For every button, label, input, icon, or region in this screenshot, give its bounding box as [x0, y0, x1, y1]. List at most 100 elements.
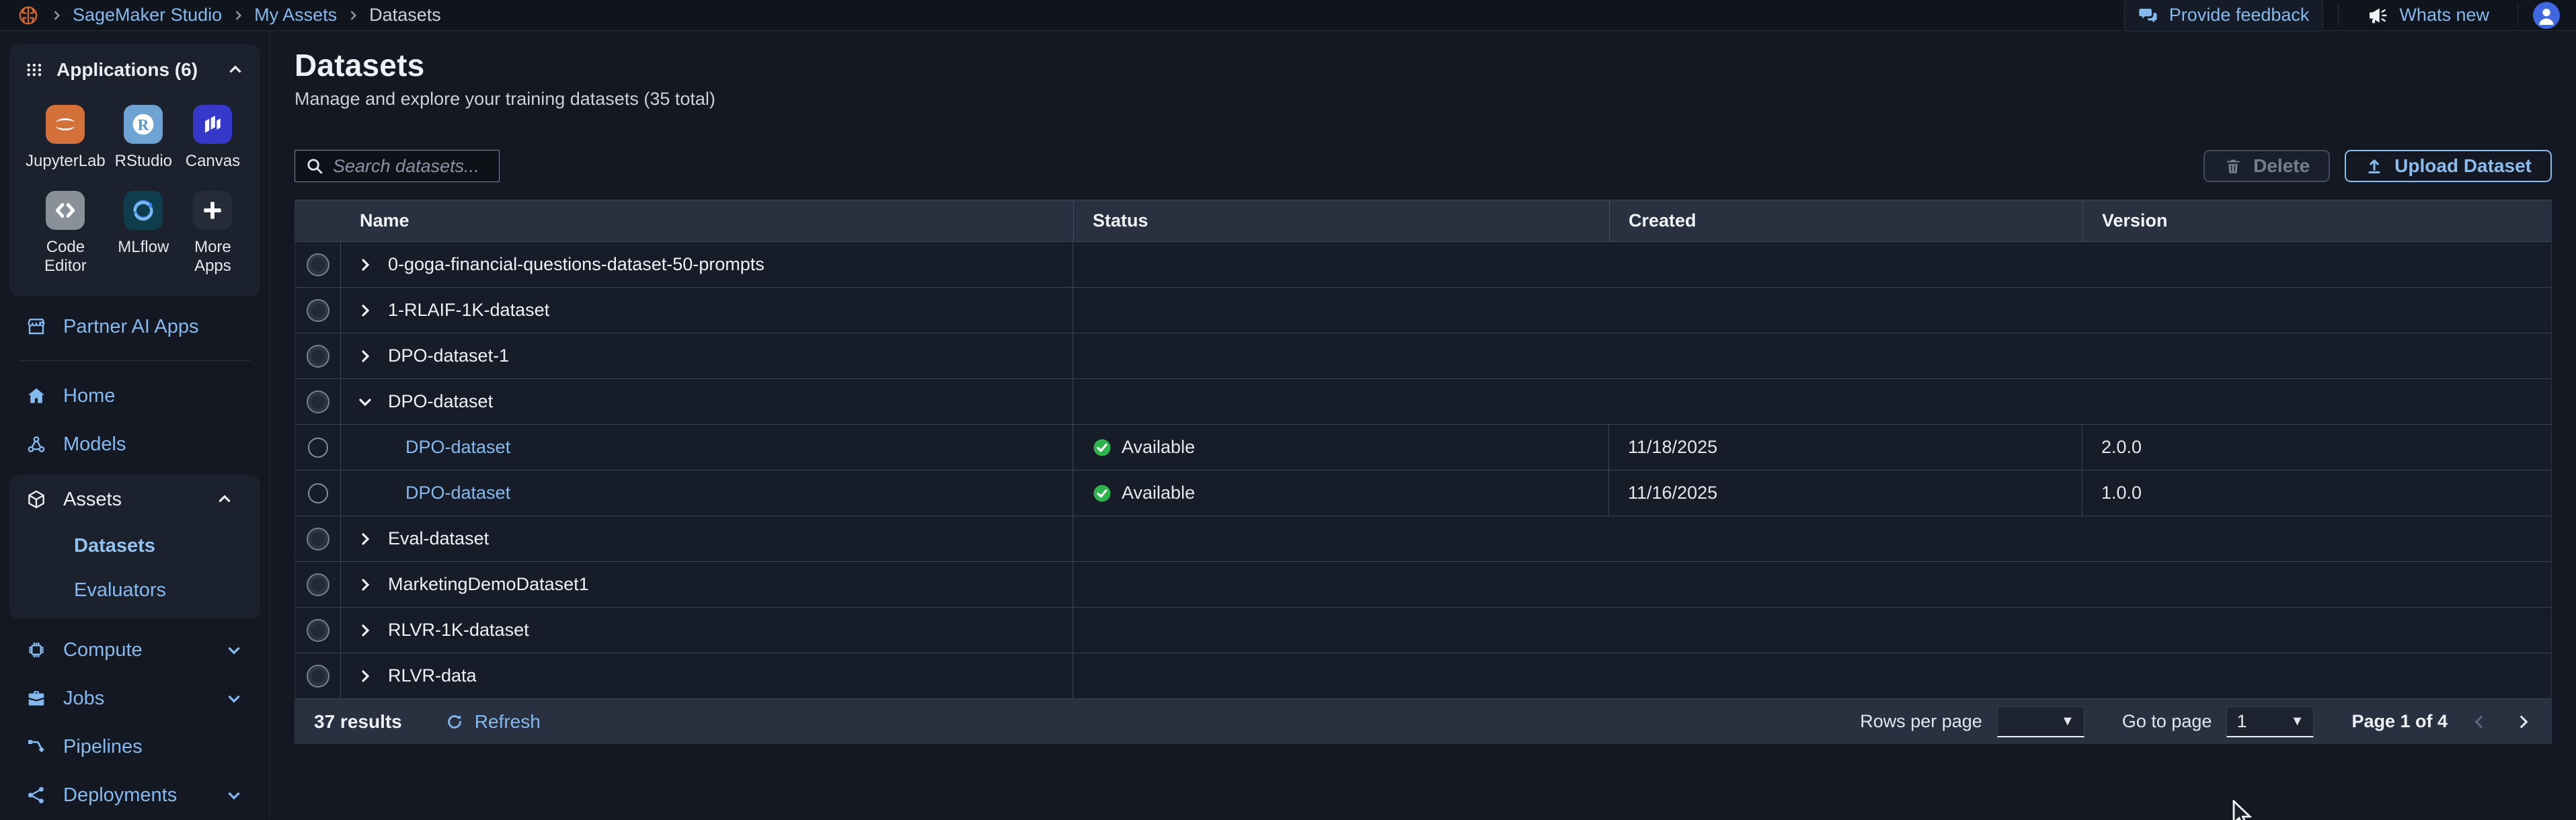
code-editor-icon — [46, 191, 85, 230]
sidebar-item-models[interactable]: Models — [0, 420, 270, 468]
megaphone-icon — [2370, 7, 2387, 23]
dataset-version-link[interactable]: DPO-dataset — [405, 483, 510, 503]
table-row[interactable]: 0-goga-financial-questions-dataset-50-pr… — [295, 241, 2551, 287]
models-network-icon — [28, 436, 45, 452]
collapse-row-button[interactable] — [357, 394, 373, 410]
next-page-button[interactable] — [2515, 713, 2532, 731]
canvas-icon — [193, 105, 233, 144]
chevron-right-icon — [362, 258, 370, 271]
dataset-version-link[interactable]: DPO-dataset — [405, 437, 510, 458]
jupyterlab-icon — [46, 105, 85, 144]
page-info: Page 1 of 4 — [2351, 711, 2448, 731]
table-row[interactable]: RLVR-data — [295, 653, 2551, 698]
whats-new-button[interactable]: Whats new — [2353, 0, 2503, 32]
sidebar-item-assets[interactable]: Assets — [9, 475, 260, 524]
chevron-down-icon — [228, 695, 240, 703]
page-subtitle: Manage and explore your training dataset… — [295, 89, 715, 109]
trash-icon — [2226, 159, 2240, 175]
chevron-up-icon — [229, 65, 241, 73]
sidebar-item-label: Evaluators — [74, 579, 167, 601]
created-date: 11/18/2025 — [1609, 425, 2082, 470]
column-header-status: Status — [1073, 200, 1609, 241]
breadcrumb-sagemaker-studio[interactable]: SageMaker Studio — [73, 5, 222, 26]
provide-feedback-label: Provide feedback — [2169, 5, 2310, 25]
chevron-down-icon — [359, 398, 371, 406]
table-row-version[interactable]: DPO-dataset Available 11/18/2025 2.0.0 — [295, 424, 2551, 470]
table-row-expanded[interactable]: DPO-dataset — [295, 378, 2551, 424]
sagemaker-brain-logo-icon[interactable] — [16, 3, 40, 28]
version-number: 2.0.0 — [2101, 437, 2142, 457]
sidebar-item-datasets[interactable]: Datasets — [9, 524, 260, 568]
expand-row-button[interactable] — [357, 577, 373, 593]
search-icon — [307, 159, 323, 174]
sidebar-item-partner-ai-apps[interactable]: Partner AI Apps — [0, 302, 270, 351]
table-row[interactable]: Eval-dataset — [295, 516, 2551, 561]
provide-feedback-button[interactable]: Provide feedback — [2123, 0, 2324, 32]
row-radio-disabled — [306, 664, 329, 688]
sidebar-item-pipelines[interactable]: Pipelines — [0, 723, 270, 771]
table-footer: 37 results Refresh Rows per page ▼ Go to… — [295, 698, 2551, 744]
expand-row-button[interactable] — [357, 531, 373, 547]
app-mlflow[interactable]: MLflow — [112, 191, 175, 276]
row-radio-disabled — [306, 298, 329, 322]
app-canvas[interactable]: Canvas — [182, 105, 244, 171]
row-radio-disabled — [306, 618, 329, 642]
expand-row-button[interactable] — [357, 257, 373, 273]
sidebar-item-label: Deployments — [63, 784, 178, 806]
go-to-page-select[interactable]: 1 ▼ — [2226, 706, 2314, 737]
delete-button[interactable]: Delete — [2203, 150, 2331, 182]
share-nodes-icon — [28, 786, 44, 804]
breadcrumb-my-assets[interactable]: My Assets — [254, 5, 337, 26]
row-radio[interactable] — [307, 483, 328, 503]
app-more-apps[interactable]: More Apps — [182, 191, 244, 276]
rows-per-page-select[interactable]: ▼ — [1996, 706, 2084, 737]
previous-page-button[interactable] — [2470, 713, 2488, 731]
sidebar-item-deployments[interactable]: Deployments — [0, 771, 270, 819]
dataset-name: 0-goga-financial-questions-dataset-50-pr… — [388, 254, 765, 274]
status-text: Available — [1122, 483, 1196, 503]
table-row[interactable]: RLVR-1K-dataset — [295, 607, 2551, 653]
row-radio[interactable] — [307, 437, 328, 458]
chevron-right-icon — [362, 304, 370, 317]
app-jupyterlab[interactable]: JupyterLab — [26, 105, 106, 171]
upload-dataset-button[interactable]: Upload Dataset — [2345, 150, 2552, 182]
dataset-name: DPO-dataset — [388, 391, 494, 411]
search-box — [295, 150, 500, 182]
column-header-created: Created — [1609, 200, 2082, 241]
upload-icon — [2368, 159, 2380, 173]
sidebar-item-compute[interactable]: Compute — [0, 626, 270, 674]
app-rstudio[interactable]: R RStudio — [112, 105, 175, 171]
sidebar-divider — [19, 360, 251, 361]
sidebar-item-jobs[interactable]: Jobs — [0, 674, 270, 723]
table-header-row: Name Status Created Version — [295, 200, 2551, 241]
refresh-button[interactable]: Refresh — [445, 711, 541, 733]
sidebar-item-evaluators[interactable]: Evaluators — [9, 568, 260, 612]
search-input[interactable] — [333, 155, 490, 177]
expand-row-button[interactable] — [357, 668, 373, 684]
chevron-right-icon — [362, 532, 370, 545]
dataset-name: RLVR-data — [388, 665, 477, 686]
table-row[interactable]: DPO-dataset-1 — [295, 333, 2551, 378]
table-row[interactable]: 1-RLAIF-1K-dataset — [295, 287, 2551, 333]
topbar-divider — [2338, 3, 2339, 27]
sidebar-item-home[interactable]: Home — [0, 372, 270, 420]
applications-panel: Applications (6) JupyterLab R RStudio Ca… — [9, 44, 260, 296]
sidebar-item-label: Home — [63, 384, 116, 407]
left-sidebar: Applications (6) JupyterLab R RStudio Ca… — [0, 31, 270, 819]
table-row[interactable]: MarketingDemoDataset1 — [295, 561, 2551, 607]
expand-row-button[interactable] — [357, 348, 373, 364]
dataset-name: RLVR-1K-dataset — [388, 620, 529, 640]
expand-row-button[interactable] — [357, 622, 373, 639]
user-avatar[interactable] — [2533, 1, 2560, 29]
dataset-name: MarketingDemoDataset1 — [388, 574, 589, 594]
applications-section-toggle[interactable]: Applications (6) — [26, 59, 244, 81]
app-label: RStudio — [114, 152, 172, 170]
app-code-editor[interactable]: Code Editor — [26, 191, 106, 276]
sidebar-item-label: Compute — [63, 639, 143, 661]
table-row-version[interactable]: DPO-dataset Available 11/16/2025 1.0.0 — [295, 470, 2551, 516]
assets-section: Assets Datasets Evaluators — [9, 475, 260, 619]
status-available-icon — [1093, 439, 1111, 456]
mlflow-icon — [124, 191, 163, 230]
expand-row-button[interactable] — [357, 302, 373, 319]
row-radio-disabled — [306, 527, 329, 550]
